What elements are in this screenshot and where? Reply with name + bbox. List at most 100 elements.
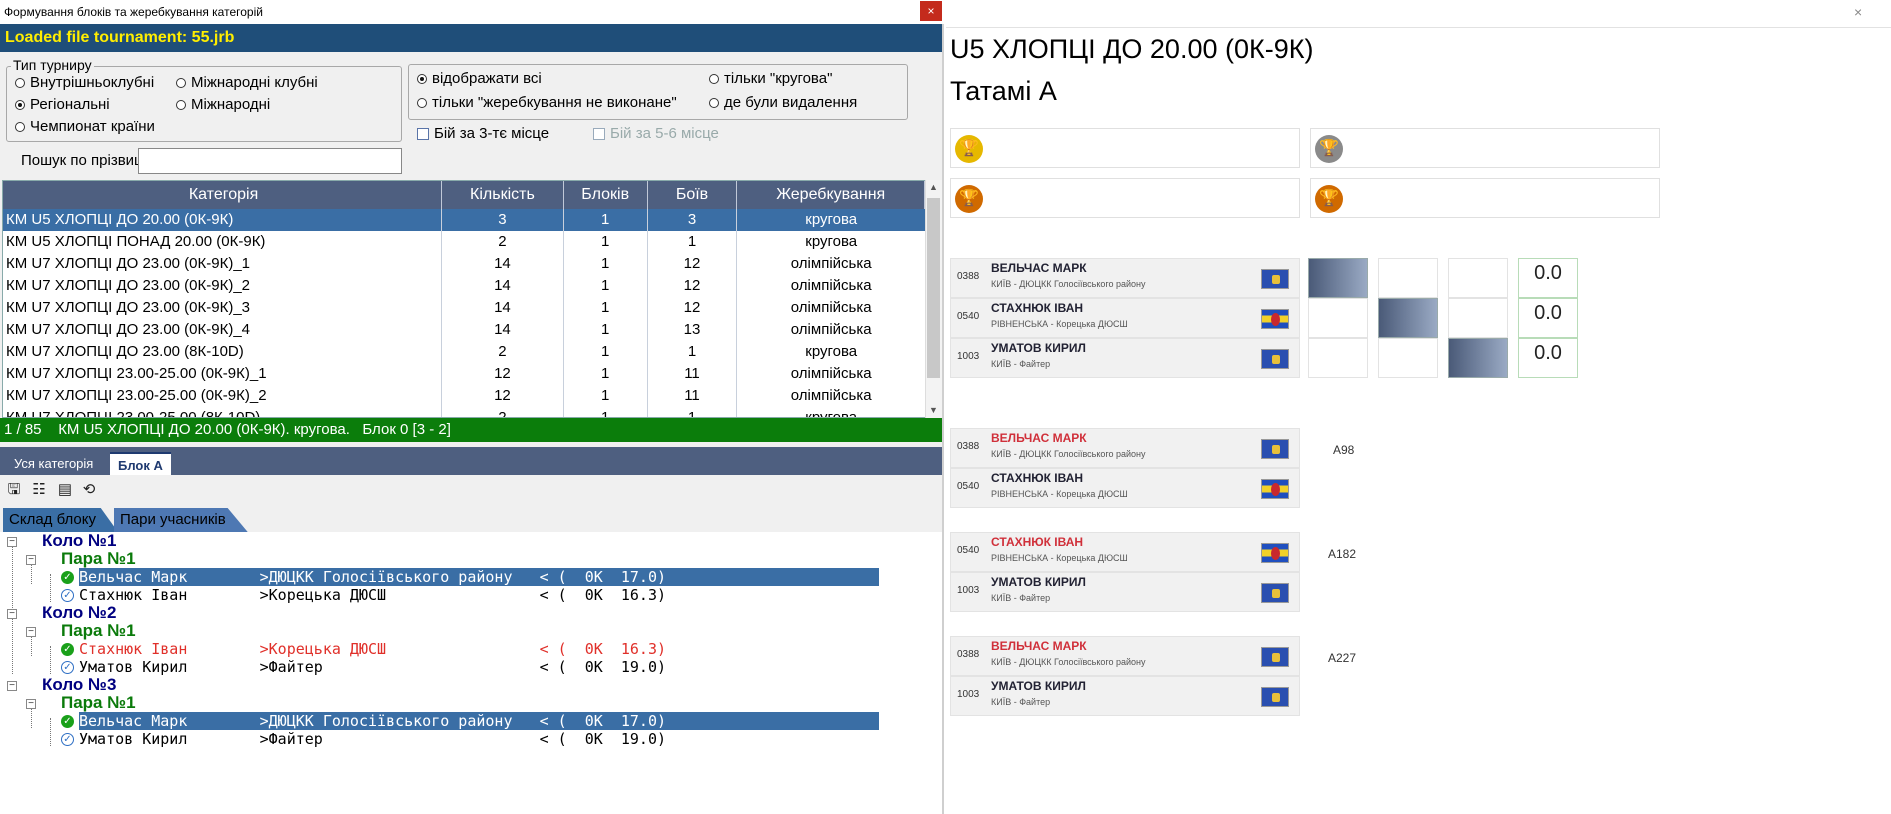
tab-whole-category[interactable]: Уся категорія bbox=[6, 452, 101, 475]
checked-outline-icon: ✓ bbox=[61, 733, 74, 746]
table-row[interactable]: КМ U7 ХЛОПЦІ ДО 23.00 (8К-10D) 2 1 1 кругова bbox=[3, 341, 925, 363]
radio-circle bbox=[417, 97, 427, 108]
right-panel-divider bbox=[946, 27, 1891, 28]
table-cell: 13 bbox=[648, 319, 738, 341]
collapse-icon[interactable]: − bbox=[26, 627, 36, 637]
match-code: A182 bbox=[1328, 547, 1357, 561]
table-cell: 2 bbox=[442, 341, 564, 363]
table-row[interactable]: КМ U7 ХЛОПЦІ ДО 23.00 (0К-9К)_4 14 1 13 олім… bbox=[3, 319, 925, 341]
match-a227-fighter-b[interactable]: 1003 УМАТОВ КИРИЛ КИЇВ - Файтер bbox=[950, 676, 1300, 716]
draw-window: Формування блоків та жеребкування катего… bbox=[0, 0, 944, 814]
checkbox-fifth-sixth[interactable]: Бій за 5-6 місце bbox=[593, 125, 719, 142]
table-cell: кругова bbox=[805, 233, 858, 250]
radio-with-deletions[interactable]: де були видалення bbox=[709, 94, 857, 111]
table-cell: 3 bbox=[648, 209, 738, 231]
match-a98-fighter-a[interactable]: 0388 ВЕЛЬЧАС МАРК КИЇВ - ДЮЦКК Голосіївс… bbox=[950, 428, 1300, 468]
radio-circle bbox=[709, 97, 719, 108]
checkbox-third-place[interactable]: Бій за 3-тє місце bbox=[417, 125, 549, 142]
round-2[interactable]: Коло №2 bbox=[42, 604, 116, 622]
table-cell: 2 bbox=[442, 231, 564, 253]
table-cell: 1 bbox=[564, 385, 648, 407]
match-a98-fighter-b[interactable]: 0540 СТАХНЮК ІВАН РІВНЕНСЬКА - Корецька … bbox=[950, 468, 1300, 508]
table-cell: КМ U7 ХЛОПЦІ ДО 23.00 (0К-9К)_3 bbox=[3, 297, 443, 319]
match-a182-fighter-a[interactable]: 0540 СТАХНЮК ІВАН РІВНЕНСЬКА - Корецька … bbox=[950, 532, 1300, 572]
table-cell: 1 bbox=[564, 407, 648, 417]
round-3[interactable]: Коло №3 bbox=[42, 676, 116, 694]
tree-entry[interactable]: Вельчас Марк >ДЮЦКК Голосіївського район… bbox=[79, 568, 879, 586]
table-cell: кругова bbox=[805, 409, 858, 418]
table-view-icon[interactable]: ▤ bbox=[54, 481, 76, 499]
window-title: Формування блоків та жеребкування катего… bbox=[0, 0, 944, 24]
tree-entry[interactable]: Стахнюк Іван >Корецька ДЮСШ < ( 0К 16.3) bbox=[79, 640, 666, 658]
radio-international-club[interactable]: Міжнародні клубні bbox=[176, 74, 318, 91]
radio-circle bbox=[15, 77, 25, 88]
participant-row: 0540 СТАХНЮК ІВАН РІВНЕНСЬКА - Корецька … bbox=[950, 298, 1300, 338]
radio-national-championship[interactable]: Чемпионат країни bbox=[15, 118, 155, 135]
tree-entry[interactable]: Уматов Кирил >Файтер < ( 0К 19.0) bbox=[79, 730, 666, 748]
radio-round-robin-only[interactable]: тільки "кругова" bbox=[709, 70, 832, 87]
collapse-icon[interactable]: − bbox=[7, 609, 17, 619]
table-cell: КМ U7 ХЛОПЦІ ДО 23.00 (0К-9К)_4 bbox=[3, 319, 443, 341]
radio-circle bbox=[176, 99, 186, 110]
collapse-icon[interactable]: − bbox=[7, 681, 17, 691]
table-cell: 1 bbox=[564, 231, 648, 253]
table-cell: 12 bbox=[648, 253, 738, 275]
score-cell: 0.0 bbox=[1518, 298, 1578, 338]
save-icon[interactable]: 🖫 bbox=[5, 481, 23, 499]
pair-1-round-2[interactable]: Пара №1 bbox=[61, 622, 136, 640]
tree-line bbox=[31, 636, 32, 656]
pair-1-round-1[interactable]: Пара №1 bbox=[61, 550, 136, 568]
radio-draw-not-done[interactable]: тільки "жеребкування не виконане" bbox=[417, 94, 677, 111]
table-row[interactable]: КМ U5 ХЛОПЦІ ПОНАД 20.00 (0К-9К) 2 1 1 круго… bbox=[3, 231, 925, 253]
table-row[interactable]: КМ U7 ХЛОПЦІ 23.00-25.00 (0К-9К)_2 12 1 11 о… bbox=[3, 385, 925, 407]
col-fights[interactable]: Боїв bbox=[648, 181, 738, 209]
silver-place: 🏆 bbox=[1310, 128, 1660, 168]
tree-entry[interactable]: Уматов Кирил >Файтер < ( 0К 19.0) bbox=[79, 658, 666, 676]
subtab-participant-pairs[interactable]: Пари учасників bbox=[114, 508, 248, 532]
close-button[interactable]: × bbox=[920, 1, 942, 21]
collapse-icon[interactable]: − bbox=[26, 555, 36, 565]
table-row[interactable]: КМ U7 ХЛОПЦІ ДО 23.00 (0К-9К)_3 14 1 12 олім… bbox=[3, 297, 925, 319]
score-cell: 0.0 bbox=[1518, 258, 1578, 298]
scroll-down-icon[interactable]: ▼ bbox=[929, 405, 938, 415]
subtab-block-composition[interactable]: Склад блоку bbox=[3, 508, 118, 532]
col-count[interactable]: Кількість bbox=[442, 181, 564, 209]
table-cell: 1 bbox=[648, 231, 738, 253]
tree-entry[interactable]: Вельчас Марк >ДЮЦКК Голосіївського район… bbox=[79, 712, 879, 730]
reset-icon[interactable]: ⟲ bbox=[80, 481, 98, 499]
radio-internal-club[interactable]: Внутрішньоклубні bbox=[15, 74, 154, 91]
table-row[interactable]: КМ U7 ХЛОПЦІ 23.00-25.00 (0К-9К)_1 12 1 11 о… bbox=[3, 363, 925, 385]
collapse-icon[interactable]: − bbox=[26, 699, 36, 709]
pair-1-round-3[interactable]: Пара №1 bbox=[61, 694, 136, 712]
tree-entry[interactable]: Стахнюк Іван >Корецька ДЮСШ < ( 0К 16.3) bbox=[79, 586, 666, 604]
scroll-up-icon[interactable]: ▲ bbox=[929, 182, 938, 192]
loaded-file-banner: Loaded file tournament: 55.jrb bbox=[0, 24, 942, 52]
result-cell bbox=[1448, 298, 1508, 338]
round-1[interactable]: Коло №1 bbox=[42, 532, 116, 550]
radio-international[interactable]: Міжнародні bbox=[176, 96, 270, 113]
result-cell-diagonal bbox=[1378, 298, 1438, 338]
right-close-icon[interactable]: × bbox=[1854, 4, 1862, 20]
collapse-icon[interactable]: − bbox=[7, 537, 17, 547]
match-a182-fighter-b[interactable]: 1003 УМАТОВ КИРИЛ КИЇВ - Файтер bbox=[950, 572, 1300, 612]
silver-trophy-icon: 🏆 bbox=[1315, 135, 1343, 163]
search-input[interactable] bbox=[138, 148, 402, 174]
col-category[interactable]: Категорія bbox=[3, 181, 443, 209]
tree-structure-icon[interactable]: ☷ bbox=[30, 481, 48, 499]
col-blocks[interactable]: Блоків bbox=[564, 181, 648, 209]
tab-block-a[interactable]: Блок А bbox=[110, 452, 171, 475]
table-row[interactable]: КМ U7 ХЛОПЦІ ДО 23.00 (0К-9К)_2 14 1 12 олім… bbox=[3, 275, 925, 297]
scrollbar-thumb[interactable] bbox=[927, 198, 940, 378]
match-a227-fighter-a[interactable]: 0388 ВЕЛЬЧАС МАРК КИЇВ - ДЮЦКК Голосіївс… bbox=[950, 636, 1300, 676]
table-row[interactable]: КМ U7 ХЛОПЦІ 23.00-25.00 (8К-10D) 2 1 1 круг… bbox=[3, 407, 925, 418]
bronze-place-2: 🏆 bbox=[1310, 178, 1660, 218]
table-cell: 1 bbox=[564, 363, 648, 385]
table-row[interactable]: КМ U5 ХЛОПЦІ ДО 20.00 (0К-9К) 3 1 3 кругова bbox=[3, 209, 925, 231]
col-draw[interactable]: Жеребкування bbox=[737, 181, 925, 209]
radio-regional[interactable]: Регіональні bbox=[15, 96, 110, 113]
radio-circle-selected bbox=[417, 73, 427, 84]
radio-circle bbox=[176, 77, 186, 88]
table-row[interactable]: КМ U7 ХЛОПЦІ ДО 23.00 (0К-9К)_1 14 1 12 олім… bbox=[3, 253, 925, 275]
category-title: U5 ХЛОПЦІ ДО 20.00 (0К-9К) bbox=[950, 34, 1314, 64]
radio-show-all[interactable]: відображати всі bbox=[417, 70, 542, 87]
